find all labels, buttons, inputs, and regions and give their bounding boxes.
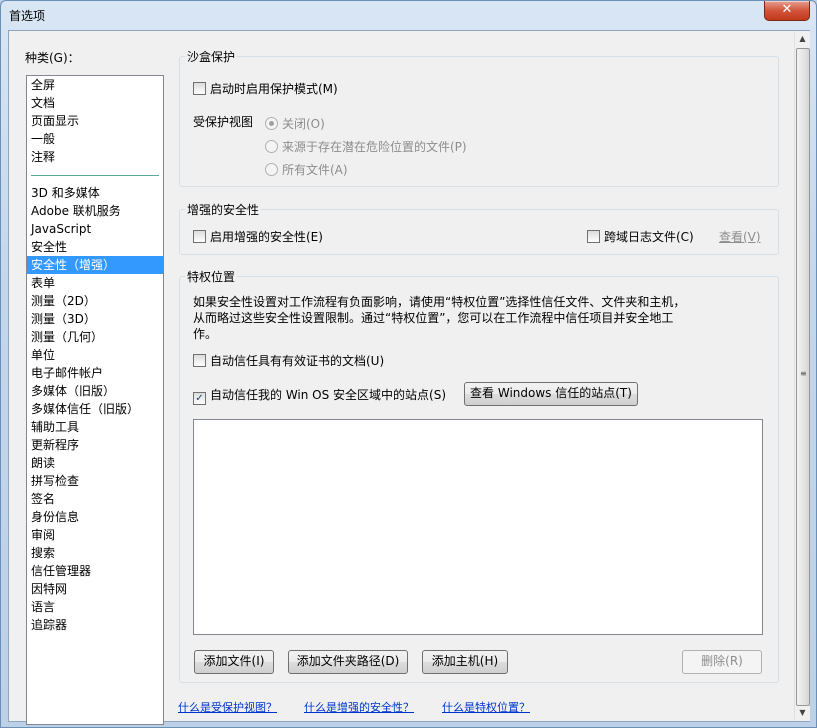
window-title: 首选项	[9, 9, 46, 23]
category-item[interactable]: 身份信息	[27, 508, 163, 526]
what-is-protected-view-link[interactable]: 什么是受保护视图？	[178, 699, 277, 715]
scroll-down-arrow-icon[interactable]: ▼	[795, 705, 810, 721]
radio-off[interactable]	[265, 117, 278, 130]
category-item[interactable]: 因特网	[27, 580, 163, 598]
category-item[interactable]: 测量（3D）	[27, 310, 163, 328]
view-windows-trusted-sites-button[interactable]: 查看 Windows 信任的站点(T)	[464, 382, 638, 406]
vertical-scrollbar[interactable]: ▲ ≡ ▼	[794, 31, 810, 721]
category-item[interactable]: 信任管理器	[27, 562, 163, 580]
category-item[interactable]: 安全性（增强）	[27, 256, 163, 274]
add-folder-path-button[interactable]: 添加文件夹路径(D)	[288, 650, 408, 674]
trust-certified-checkbox[interactable]	[193, 354, 206, 367]
scroll-up-arrow-icon[interactable]: ▲	[795, 31, 810, 47]
category-item[interactable]: 注释	[27, 148, 163, 166]
category-item[interactable]: 搜索	[27, 544, 163, 562]
remove-button[interactable]: 删除(R)	[682, 650, 762, 674]
protected-view-label: 受保护视图	[193, 115, 254, 129]
protected-view-option-unsafe-locations[interactable]: 来源于存在潜在危险位置的文件(P)	[265, 138, 467, 155]
category-item[interactable]: 追踪器	[27, 616, 163, 634]
category-item[interactable]: 多媒体（旧版）	[27, 382, 163, 400]
sandbox-protection-title: 沙盒保护	[185, 48, 238, 65]
category-item[interactable]: 3D 和多媒体	[27, 184, 163, 202]
trust-certified-label: 自动信任具有有效证书的文档(U)	[210, 354, 385, 368]
preferences-window: 首选项 ✕ 种类(G)： 全屏 文档 页面显示 一般 注释 3D 和多媒体 Adobe 联…	[0, 0, 817, 728]
category-item[interactable]: 朗读	[27, 454, 163, 472]
categories-list[interactable]: 全屏 文档 页面显示 一般 注释 3D 和多媒体 Adobe 联机服务 JavaScript…	[26, 75, 164, 725]
privileged-locations-title: 特权位置	[185, 268, 238, 285]
protected-mode-checkbox-row[interactable]: 启动时启用保护模式(M)	[193, 80, 338, 97]
trust-win-os-checkbox-row[interactable]: ✓ 自动信任我的 Win OS 安全区域中的站点(S)	[193, 386, 446, 405]
radio-all-files-label: 所有文件(A)	[282, 163, 348, 177]
close-icon: ✕	[781, 2, 793, 17]
categories-separator	[31, 175, 159, 176]
category-item[interactable]: 测量（几何）	[27, 328, 163, 346]
protected-mode-checkbox[interactable]	[193, 82, 206, 95]
scrollbar-grip-icon: ≡	[800, 369, 807, 378]
dialog-client-area: 种类(G)： 全屏 文档 页面显示 一般 注释 3D 和多媒体 Adobe 联机服务 Jav…	[8, 30, 810, 725]
radio-unsafe-locations-label: 来源于存在潜在危险位置的文件(P)	[282, 140, 467, 154]
enhanced-security-title: 增强的安全性	[185, 201, 262, 218]
scrollbar-thumb[interactable]: ≡	[796, 48, 810, 706]
category-item[interactable]: 一般	[27, 130, 163, 148]
category-item[interactable]: 表单	[27, 274, 163, 292]
what-is-enhanced-security-link[interactable]: 什么是增强的安全性？	[304, 699, 414, 715]
add-host-button[interactable]: 添加主机(H)	[422, 650, 508, 674]
category-item[interactable]: Adobe 联机服务	[27, 202, 163, 220]
enhanced-security-checkbox[interactable]	[193, 230, 206, 243]
privileged-description-line2: 从而略过这些安全性设置限制。通过“特权位置”，您可以在工作流程中信任项目并安全地…	[193, 311, 674, 325]
categories-label: 种类(G)：	[25, 51, 80, 65]
category-item[interactable]: 电子邮件帐户	[27, 364, 163, 382]
close-button[interactable]: ✕	[764, 1, 810, 21]
trust-win-os-checkbox[interactable]: ✓	[193, 392, 206, 405]
category-item[interactable]: 单位	[27, 346, 163, 364]
category-item[interactable]: 语言	[27, 598, 163, 616]
category-item[interactable]: 多媒体信任（旧版）	[27, 400, 163, 418]
category-item[interactable]: 辅助工具	[27, 418, 163, 436]
category-item[interactable]: 拼写检查	[27, 472, 163, 490]
checkmark-icon: ✓	[195, 393, 204, 404]
category-item[interactable]: JavaScript	[27, 220, 163, 238]
enhanced-security-checkbox-row[interactable]: 启用增强的安全性(E)	[193, 228, 323, 245]
trust-certified-checkbox-row[interactable]: 自动信任具有有效证书的文档(U)	[193, 352, 384, 369]
category-item[interactable]: 安全性	[27, 238, 163, 256]
cross-domain-log-checkbox-row[interactable]: 跨域日志文件(C)	[587, 228, 694, 245]
cross-domain-log-checkbox[interactable]	[587, 230, 600, 243]
category-item[interactable]: 文档	[27, 94, 163, 112]
trust-win-os-label: 自动信任我的 Win OS 安全区域中的站点(S)	[210, 388, 447, 402]
privileged-description-line1: 如果安全性设置对工作流程有负面影响，请使用“特权位置”选择性信任文件、文件夹和主…	[193, 295, 686, 309]
title-bar[interactable]: 首选项 ✕	[1, 1, 816, 29]
category-item[interactable]: 页面显示	[27, 112, 163, 130]
radio-all-files[interactable]	[265, 163, 278, 176]
radio-unsafe-locations[interactable]	[265, 140, 278, 153]
category-item[interactable]: 签名	[27, 490, 163, 508]
category-item[interactable]: 审阅	[27, 526, 163, 544]
what-is-privileged-locations-link[interactable]: 什么是特权位置？	[442, 699, 530, 715]
view-log-link[interactable]: 查看(V)	[719, 228, 761, 245]
privileged-description-line3: 作。	[193, 327, 218, 341]
protected-mode-label: 启动时启用保护模式(M)	[210, 82, 338, 96]
enhanced-security-label: 启用增强的安全性(E)	[210, 230, 323, 244]
add-file-button[interactable]: 添加文件(I)	[194, 650, 274, 674]
privileged-locations-list[interactable]	[193, 419, 763, 635]
cross-domain-log-label: 跨域日志文件(C)	[604, 230, 694, 244]
category-item[interactable]: 全屏	[27, 76, 163, 94]
category-item[interactable]: 更新程序	[27, 436, 163, 454]
radio-off-label: 关闭(O)	[282, 117, 325, 131]
category-item[interactable]: 测量（2D）	[27, 292, 163, 310]
protected-view-option-all-files[interactable]: 所有文件(A)	[265, 161, 348, 178]
protected-view-option-off[interactable]: 关闭(O)	[265, 115, 325, 132]
